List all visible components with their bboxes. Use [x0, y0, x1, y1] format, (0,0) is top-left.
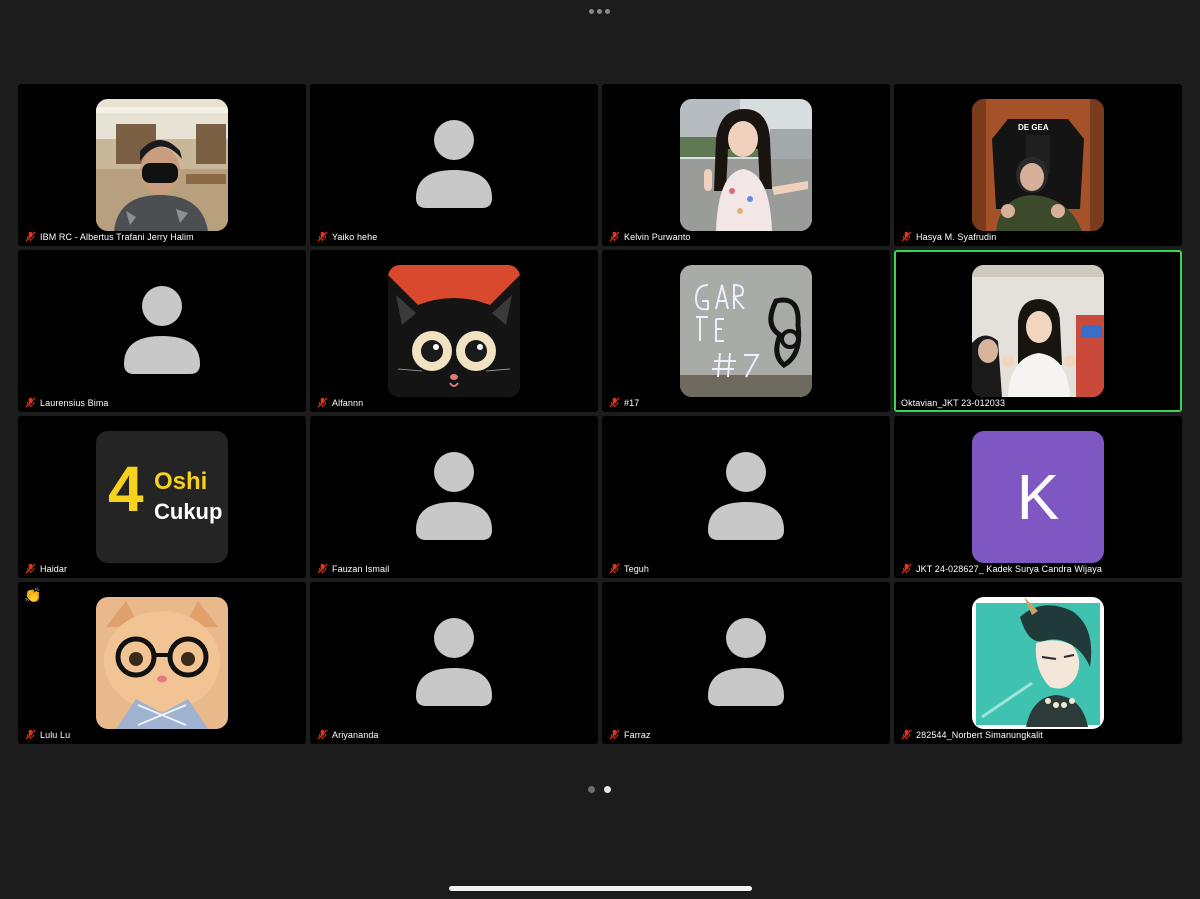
participant-grid: IBM RC - Albertus Trafani Jerry Halim Ya…: [18, 84, 1182, 744]
participant-tile[interactable]: 4 Oshi Cukup Haidar: [18, 416, 306, 578]
participant-name: Hasya M. Syafrudin: [916, 231, 997, 242]
participant-name: Lulu Lu: [40, 729, 71, 740]
participant-name: JKT 24-028627_ Kadek Surya Candra Wijaya: [916, 563, 1102, 574]
participant-name-bar: Kelvin Purwanto: [609, 231, 691, 242]
participant-name-bar: Fauzan Ismail: [317, 563, 389, 574]
participant-name: Laurensius Bima: [40, 397, 109, 408]
participant-name-bar: Farraz: [609, 729, 651, 740]
participant-name-bar: 282544_Norbert Simanungkalit: [901, 729, 1043, 740]
participant-name: Kelvin Purwanto: [624, 231, 691, 242]
participant-photo: [972, 265, 1104, 397]
default-avatar-icon: [416, 618, 492, 706]
participant-tile[interactable]: Ariyananda: [310, 582, 598, 744]
participant-name-bar: #17: [609, 397, 639, 408]
participant-tile-active-speaker[interactable]: Oktavian_JKT 23-012033: [894, 250, 1182, 412]
page-indicator[interactable]: [588, 786, 611, 793]
participant-name: Yaiko hehe: [332, 231, 378, 242]
letter-avatar: K: [972, 431, 1104, 563]
participant-name: IBM RC - Albertus Trafani Jerry Halim: [40, 231, 194, 242]
participant-photo: [96, 99, 228, 231]
home-indicator[interactable]: [449, 886, 752, 891]
participant-tile[interactable]: Farraz: [602, 582, 890, 744]
participant-tile[interactable]: DE GEA Hasya M. Syafrudin: [894, 84, 1182, 246]
dot: [589, 8, 594, 14]
muted-mic-icon: [609, 729, 620, 740]
participant-tile[interactable]: K JKT 24-028627_ Kadek Surya Candra Wija…: [894, 416, 1182, 578]
muted-mic-icon: [609, 563, 620, 574]
avatar-initial: K: [1016, 461, 1060, 533]
participant-tile[interactable]: IBM RC - Albertus Trafani Jerry Halim: [18, 84, 306, 246]
participant-name-bar: Alfannn: [317, 397, 363, 408]
muted-mic-icon: [25, 231, 36, 242]
participant-tile[interactable]: 👏 Lulu Lu: [18, 582, 306, 744]
anime-illustration-avatar: [972, 597, 1104, 729]
participant-name: Fauzan Ismail: [332, 563, 390, 574]
logo-number: 4: [108, 453, 144, 525]
default-avatar-icon: [124, 286, 200, 374]
muted-mic-icon: [317, 563, 328, 574]
dot: [597, 8, 602, 14]
participant-name: Ariyananda: [332, 729, 379, 740]
cat-illustration-avatar: [388, 265, 520, 397]
muted-mic-icon: [25, 397, 36, 408]
muted-mic-icon: [609, 397, 620, 408]
participant-name-bar: Yaiko hehe: [317, 231, 377, 242]
muted-mic-icon: [901, 231, 912, 242]
muted-mic-icon: [25, 729, 36, 740]
participant-name: Alfannn: [332, 397, 364, 408]
page-dot-2-current[interactable]: [604, 786, 611, 793]
muted-mic-icon: [901, 563, 912, 574]
default-avatar-icon: [708, 452, 784, 540]
clap-reaction-icon: 👏: [24, 587, 42, 603]
page-dot-1[interactable]: [588, 786, 595, 793]
participant-tile[interactable]: #17: [602, 250, 890, 412]
jersey-print: DE GEA: [1018, 123, 1049, 132]
participant-name: Farraz: [624, 729, 651, 740]
dot: [605, 8, 610, 14]
participant-tile[interactable]: Yaiko hehe: [310, 84, 598, 246]
oshi-logo-avatar: 4 Oshi Cukup: [96, 431, 228, 563]
participant-photo: [96, 597, 228, 729]
participant-name-bar: JKT 24-028627_ Kadek Surya Candra Wijaya: [901, 563, 1102, 574]
participant-name: #17: [624, 397, 640, 408]
participant-name-bar: IBM RC - Albertus Trafani Jerry Halim: [25, 231, 194, 242]
participant-name-bar: Hasya M. Syafrudin: [901, 231, 996, 242]
participant-name: Haidar: [40, 563, 68, 574]
logo-word-1: Oshi: [154, 468, 208, 495]
participant-tile[interactable]: 282544_Norbert Simanungkalit: [894, 582, 1182, 744]
participant-tile[interactable]: Fauzan Ismail: [310, 416, 598, 578]
participant-tile[interactable]: Laurensius Bima: [18, 250, 306, 412]
participant-name-bar: Lulu Lu: [25, 729, 70, 740]
muted-mic-icon: [25, 563, 36, 574]
participant-name: 282544_Norbert Simanungkalit: [916, 729, 1043, 740]
participant-photo: DE GEA: [972, 99, 1104, 231]
more-options-handle[interactable]: [589, 7, 611, 15]
participant-photo: [680, 99, 812, 231]
participant-name: Oktavian_JKT 23-012033: [901, 398, 1006, 408]
participant-name-bar: Laurensius Bima: [25, 397, 109, 408]
participant-name: Teguh: [624, 563, 650, 574]
muted-mic-icon: [609, 231, 620, 242]
participant-name-bar: Oktavian_JKT 23-012033: [901, 398, 1005, 408]
participant-tile[interactable]: Teguh: [602, 416, 890, 578]
default-avatar-icon: [708, 618, 784, 706]
participant-tile[interactable]: Kelvin Purwanto: [602, 84, 890, 246]
muted-mic-icon: [317, 729, 328, 740]
participant-tile[interactable]: Alfannn: [310, 250, 598, 412]
participant-name-bar: Teguh: [609, 563, 649, 574]
muted-mic-icon: [317, 397, 328, 408]
participant-photo: [680, 265, 812, 397]
logo-word-2: Cukup: [154, 499, 223, 524]
default-avatar-icon: [416, 452, 492, 540]
muted-mic-icon: [317, 231, 328, 242]
participant-name-bar: Ariyananda: [317, 729, 379, 740]
participant-name-bar: Haidar: [25, 563, 67, 574]
muted-mic-icon: [901, 729, 912, 740]
default-avatar-icon: [416, 120, 492, 208]
